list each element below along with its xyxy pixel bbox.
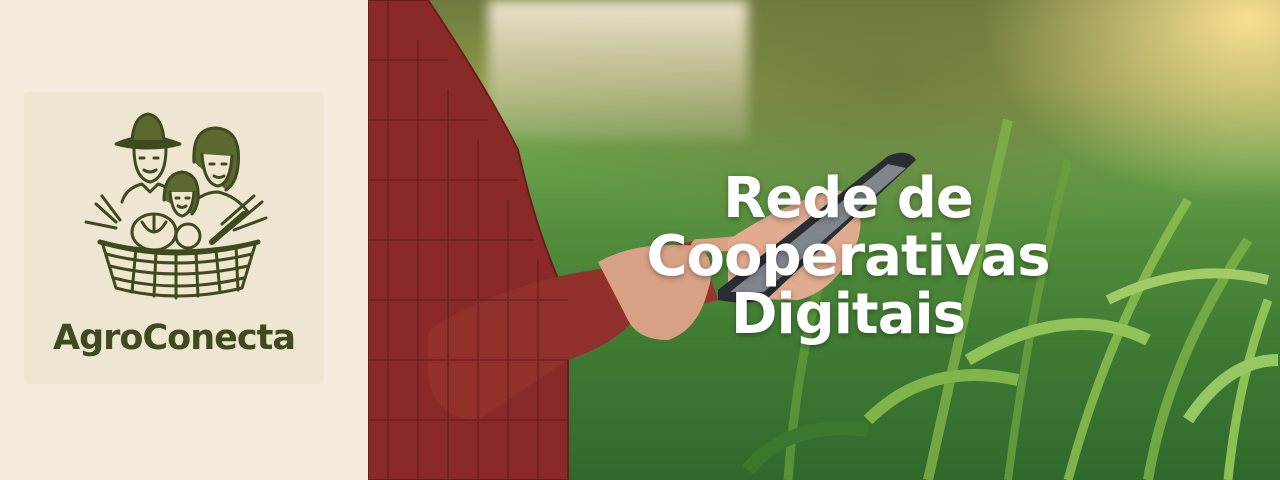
logo-card: AgroConecta: [24, 92, 324, 384]
brand-name: AgroConecta: [53, 318, 296, 358]
farmer-family-basket-icon: [84, 112, 268, 300]
hero-headline: Rede de Cooperativas Digitais: [518, 170, 1178, 344]
brand-panel: AgroConecta: [0, 0, 368, 480]
headline-line-1: Rede de Cooperativas: [646, 166, 1050, 289]
hero-banner: AgroConecta Rede de Cooperativas Digitai…: [0, 0, 1280, 480]
headline-line-2: Digitais: [730, 282, 966, 347]
hero-photo: Rede de Cooperativas Digitais: [368, 0, 1280, 480]
